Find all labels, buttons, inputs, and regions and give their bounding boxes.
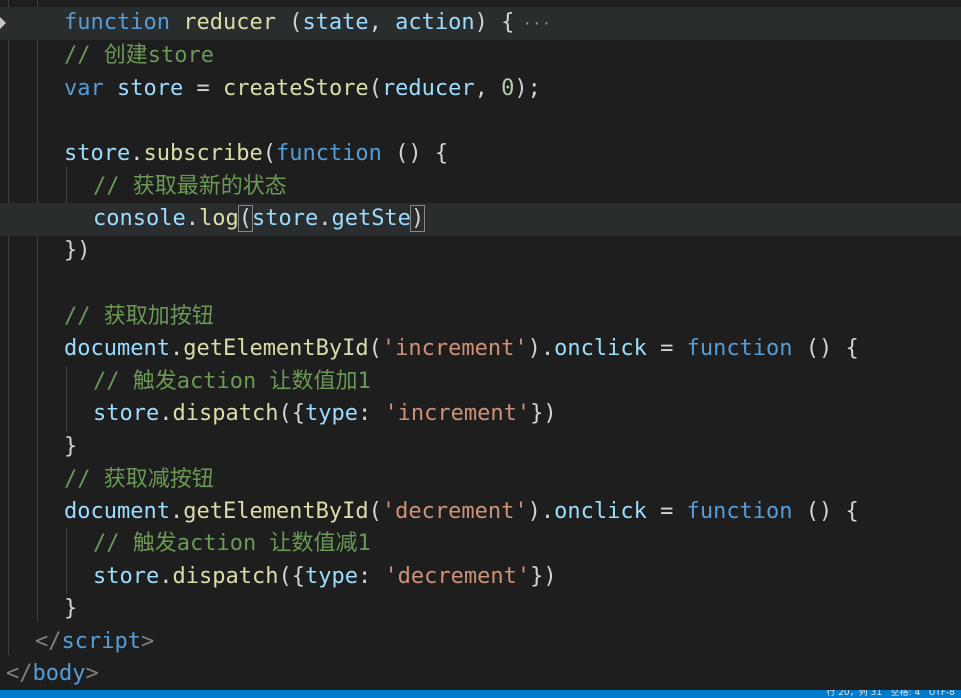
code-line[interactable]: // 获取减按钮 [0, 464, 961, 497]
code-line[interactable]: document.getElementById('increment').onc… [0, 333, 961, 366]
param-token: state [302, 10, 369, 35]
string-token: 'increment' [381, 336, 528, 361]
function-name-token: dispatch [172, 401, 279, 426]
folded-region-ellipsis[interactable]: ··· [522, 14, 551, 33]
property-token: type [304, 401, 358, 426]
function-name-token: reducer [183, 10, 276, 35]
variable-token: document [64, 336, 170, 361]
tag-token: body [32, 661, 86, 686]
property-token: getSte [331, 206, 411, 231]
comment-token: // 创建store [64, 43, 214, 68]
keyword-token: function [275, 141, 382, 166]
code-line[interactable]: } [0, 593, 961, 626]
code-line[interactable]: document.getElementById('decrement').onc… [0, 496, 961, 529]
keyword-token: function [686, 499, 793, 524]
code-line[interactable]: // 获取最新的状态 [0, 171, 961, 204]
comment-token: // 获取减按钮 [64, 467, 214, 492]
code-line[interactable]: function reducer (state, action) {··· [0, 7, 961, 40]
comment-token: // 获取最新的状态 [93, 174, 287, 199]
code-line[interactable]: var store = createStore(reducer, 0); [0, 73, 961, 106]
keyword-token: function [686, 336, 793, 361]
comment-token: // 触发action 让数值加1 [93, 369, 371, 394]
variable-token: store [64, 141, 131, 166]
variable-token: document [64, 499, 170, 524]
code-line[interactable]: // 获取加按钮 [0, 301, 961, 334]
code-line[interactable]: // 触发action 让数值减1 [0, 528, 961, 561]
param-token: action [395, 10, 475, 35]
function-name-token: log [198, 206, 239, 231]
variable-token: store [251, 206, 319, 231]
comment-token: // 获取加按钮 [64, 304, 214, 329]
comment-token: // 触发action 让数值减1 [93, 531, 371, 556]
variable-token: console [93, 206, 186, 231]
function-name-token: dispatch [172, 564, 279, 589]
string-token: 'decrement' [384, 564, 531, 589]
fold-chevron-icon[interactable] [0, 17, 6, 29]
code-line[interactable]: } [0, 431, 961, 464]
code-line[interactable]: // 触发action 让数值加1 [0, 366, 961, 399]
string-token: 'decrement' [381, 499, 528, 524]
variable-token: reducer [381, 76, 475, 101]
keyword-token: var [64, 76, 104, 101]
status-bar-text[interactable]: 行 20，列 31 空格: 4 UTF-8 [826, 690, 955, 698]
code-line[interactable]: </script> [0, 626, 961, 659]
function-name-token: subscribe [143, 141, 263, 166]
function-name-token: getElementById [183, 499, 369, 524]
code-line[interactable]: </body> [0, 658, 961, 690]
number-token: 0 [501, 76, 515, 101]
variable-token: store [93, 564, 160, 589]
variable-token: store [93, 401, 160, 426]
keyword-token: function [64, 10, 170, 35]
tag-token: script [61, 629, 141, 654]
property-token: onclick [554, 499, 647, 524]
property-token: onclick [554, 336, 647, 361]
code-line[interactable]: }) [0, 235, 961, 268]
code-editor[interactable]: function reducer (state, action) {··· //… [0, 0, 961, 690]
property-token: type [304, 564, 358, 589]
function-name-token: getElementById [183, 336, 369, 361]
code-line-active[interactable]: console.log(store.getSte) [0, 203, 961, 236]
code-line[interactable]: store.dispatch({type: 'increment'}) [0, 398, 961, 431]
variable-token: store [117, 76, 184, 101]
status-bar: 行 20，列 31 空格: 4 UTF-8 [0, 690, 961, 698]
code-line[interactable]: // 创建store [0, 40, 961, 73]
code-line[interactable]: store.subscribe(function () { [0, 138, 961, 171]
function-name-token: createStore [222, 76, 369, 101]
matched-bracket: ) [409, 205, 426, 232]
string-token: 'increment' [384, 401, 531, 426]
matched-bracket: ( [237, 205, 253, 232]
code-line[interactable]: store.dispatch({type: 'decrement'}) [0, 561, 961, 594]
